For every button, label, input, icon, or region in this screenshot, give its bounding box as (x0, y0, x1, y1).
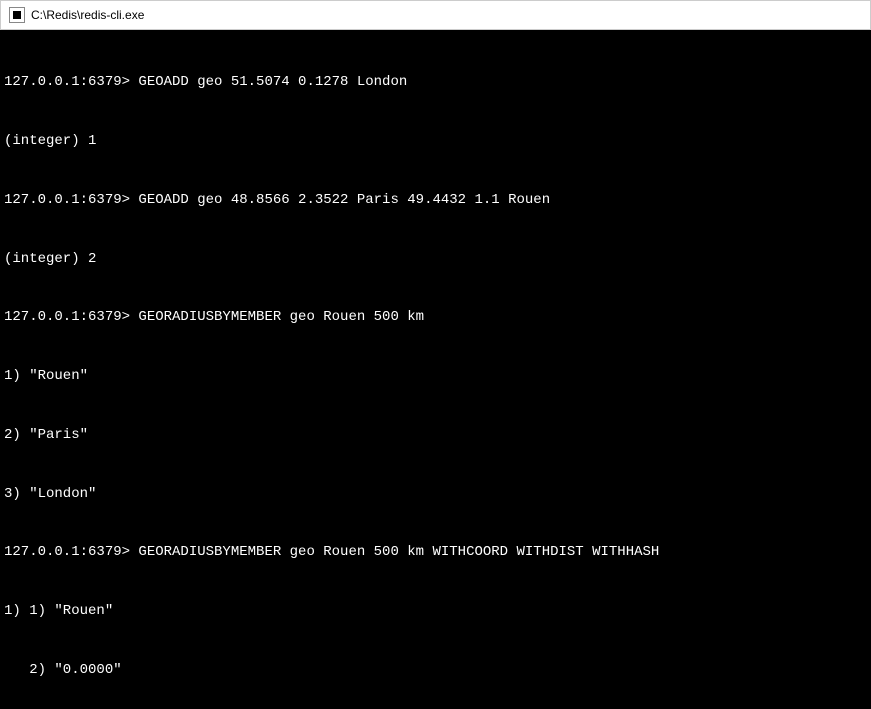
terminal-line: 2) "0.0000" (4, 661, 867, 681)
terminal-line: 127.0.0.1:6379> GEORADIUSBYMEMBER geo Ro… (4, 543, 867, 563)
terminal-line: 3) "London" (4, 485, 867, 505)
terminal-line: (integer) 1 (4, 132, 867, 152)
terminal-line: 127.0.0.1:6379> GEORADIUSBYMEMBER geo Ro… (4, 308, 867, 328)
terminal-line: 1) "Rouen" (4, 367, 867, 387)
terminal-line: 1) 1) "Rouen" (4, 602, 867, 622)
terminal-line: 2) "Paris" (4, 426, 867, 446)
terminal-line: 127.0.0.1:6379> GEOADD geo 51.5074 0.127… (4, 73, 867, 93)
window-title: C:\Redis\redis-cli.exe (31, 8, 144, 22)
app-icon (9, 7, 25, 23)
terminal-line: 127.0.0.1:6379> GEOADD geo 48.8566 2.352… (4, 191, 867, 211)
terminal-area[interactable]: 127.0.0.1:6379> GEOADD geo 51.5074 0.127… (0, 30, 871, 709)
terminal-line: (integer) 2 (4, 250, 867, 270)
title-bar[interactable]: C:\Redis\redis-cli.exe (0, 0, 871, 30)
